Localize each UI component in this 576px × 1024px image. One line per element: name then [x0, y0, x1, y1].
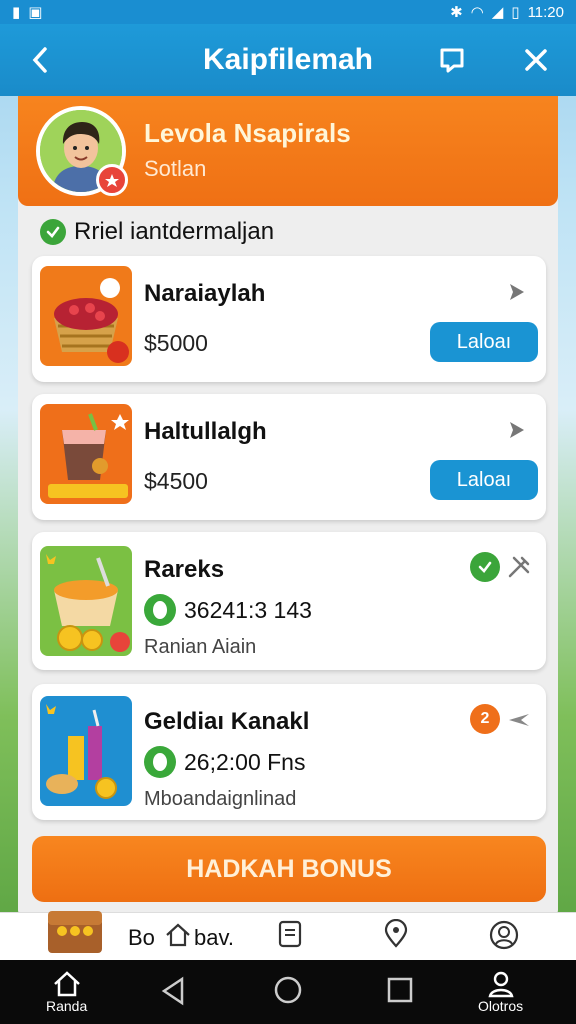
- clock: 11:20: [527, 3, 564, 21]
- sim-icon: ▮: [12, 4, 21, 21]
- fruit-basket-icon: [40, 266, 132, 366]
- coin-icon: [144, 746, 176, 778]
- home-circle-icon[interactable]: [272, 974, 304, 1006]
- points-row: 36241:3 143: [144, 594, 312, 626]
- item-points: 26;2:00 Fns: [184, 748, 306, 775]
- drink-cup-icon: [40, 404, 132, 504]
- section-title: Rriel iantdermaljan: [74, 218, 275, 245]
- tab-bar: Bo bav.: [0, 911, 576, 960]
- item-description: Ranian Aiain: [144, 636, 257, 658]
- page-title: Kaipfilemah: [202, 43, 374, 76]
- item-price: $4500: [144, 468, 208, 494]
- profile-icon: [488, 971, 514, 998]
- treasure-chest-icon[interactable]: [44, 905, 106, 957]
- back-button[interactable]: [22, 42, 58, 78]
- item-name: Geldiaı Kanakl: [144, 708, 310, 735]
- plane-icon[interactable]: [506, 706, 532, 732]
- system-nav-bar: Randa Olotros: [0, 960, 576, 1024]
- nav-home-label: Randa: [46, 998, 88, 1014]
- close-button[interactable]: [518, 42, 554, 78]
- profile-name: Levola Nsapirals: [144, 118, 351, 148]
- chat-icon: [440, 48, 464, 73]
- app-bar: Kaipfilemah: [0, 24, 576, 96]
- signal-icon: ◢: [491, 4, 504, 21]
- chevron-left-icon: [32, 47, 47, 73]
- list-item[interactable]: Rareks 36241:3 143 Ranian Aiain: [32, 532, 546, 670]
- item-name: Naraiaylah: [144, 280, 266, 307]
- load-button[interactable]: Laloaı: [430, 322, 538, 362]
- profile-header: Levola Nsapirals Sotlan: [18, 96, 558, 206]
- notification-icon: ▣: [28, 4, 43, 21]
- check-icon: [40, 219, 66, 245]
- coin-icon: [144, 594, 176, 626]
- back-triangle-icon[interactable]: [160, 976, 186, 1006]
- share-arrow-icon[interactable]: [504, 418, 528, 442]
- chat-button[interactable]: [434, 42, 470, 78]
- home-icon: [53, 971, 80, 997]
- item-points: 36241:3 143: [184, 596, 312, 623]
- account-icon[interactable]: [488, 919, 520, 951]
- wifi-icon: ◠: [470, 4, 484, 21]
- load-button[interactable]: Laloaı: [430, 460, 538, 500]
- item-name: Haltullalgh: [144, 418, 267, 445]
- avatar-badge-icon: [96, 164, 128, 196]
- profile-subtitle: Sotlan: [144, 156, 207, 181]
- tab-label[interactable]: Bo: [128, 925, 155, 951]
- check-badge-icon: [470, 552, 500, 582]
- battery-icon: ▯: [511, 4, 520, 21]
- nav-profile[interactable]: Olotros: [478, 970, 523, 1014]
- close-icon: [525, 49, 547, 71]
- list-item[interactable]: Naraiaylah $5000 Laloaı: [32, 256, 546, 382]
- section-heading: Rriel iantdermaljan: [40, 218, 274, 246]
- status-bar: ▮ ▣ ✱ ◠ ◢ ▯ 11:20: [0, 0, 576, 24]
- nav-profile-label: Olotros: [478, 998, 524, 1014]
- home-icon[interactable]: [164, 921, 192, 949]
- bluetooth-icon: ✱: [450, 4, 463, 21]
- nav-home[interactable]: Randa: [46, 970, 87, 1014]
- list-item[interactable]: Haltullalgh $4500 Laloaı: [32, 394, 546, 520]
- item-description: Mboandaignlinad: [144, 788, 297, 810]
- location-pin-icon[interactable]: [382, 919, 410, 949]
- share-arrow-icon[interactable]: [504, 280, 528, 304]
- document-icon[interactable]: [276, 919, 304, 949]
- item-name: Rareks: [144, 556, 225, 583]
- tab-label[interactable]: bav.: [194, 925, 234, 951]
- tools-icon[interactable]: [506, 554, 532, 580]
- food-bowl-icon: [40, 546, 132, 656]
- count-badge: 2: [470, 704, 500, 734]
- points-row: 26;2:00 Fns: [144, 746, 305, 778]
- snacks-drinks-icon: [40, 696, 132, 806]
- bonus-button[interactable]: HADKAH BONUS: [32, 836, 546, 902]
- recents-square-icon[interactable]: [386, 976, 414, 1004]
- item-price: $5000: [144, 330, 208, 356]
- list-item[interactable]: Geldiaı Kanakl 26;2:00 Fns Mboandaignlin…: [32, 684, 546, 820]
